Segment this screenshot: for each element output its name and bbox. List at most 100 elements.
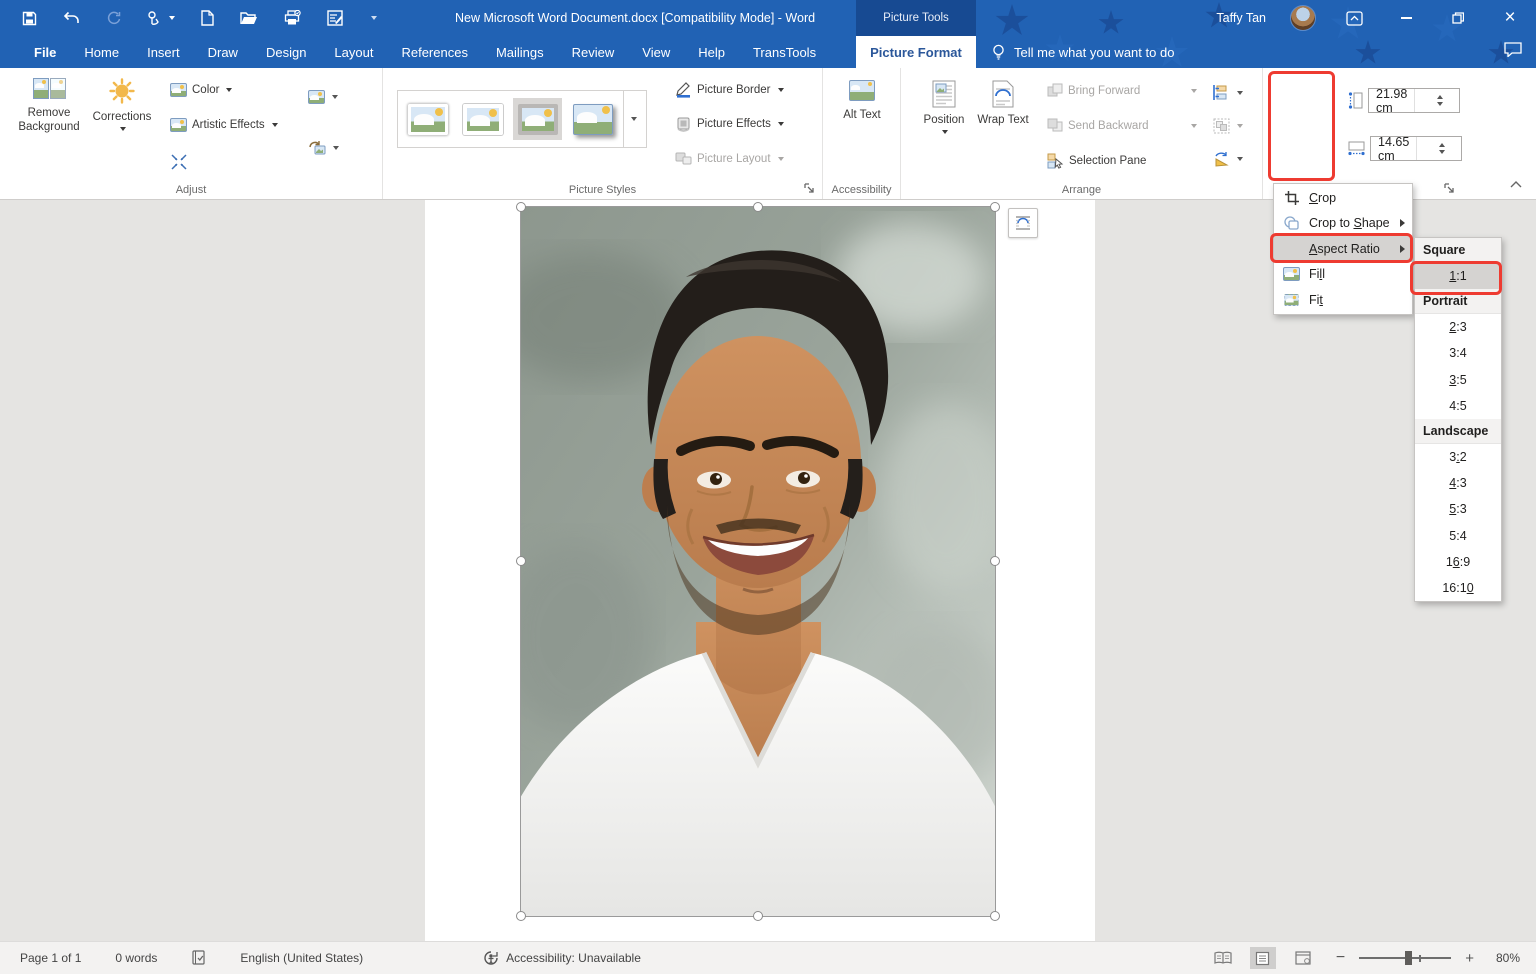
web-layout-button[interactable]	[1290, 947, 1316, 969]
tab-design[interactable]: Design	[252, 36, 320, 68]
resize-handle-bottom-center[interactable]	[753, 911, 763, 921]
picture-style-thumb[interactable]	[403, 98, 452, 140]
language-indicator[interactable]: English (United States)	[240, 951, 363, 965]
size-dialog-launcher[interactable]	[1444, 181, 1458, 195]
height-spinner[interactable]	[1413, 89, 1460, 112]
read-mode-button[interactable]	[1210, 947, 1236, 969]
reset-picture-button[interactable]	[308, 140, 339, 155]
undo-icon[interactable]	[63, 11, 80, 25]
color-button[interactable]: Color	[170, 83, 233, 97]
tab-draw[interactable]: Draw	[194, 36, 252, 68]
open-icon[interactable]	[240, 11, 258, 25]
crop-icon	[1283, 190, 1300, 205]
aspect-ratio-option-4-3[interactable]: 4:3	[1415, 470, 1501, 496]
tab-file[interactable]: File	[20, 36, 70, 68]
tab-review[interactable]: Review	[558, 36, 629, 68]
tab-view[interactable]: View	[628, 36, 684, 68]
user-avatar[interactable]	[1290, 5, 1316, 31]
tab-references[interactable]: References	[387, 36, 481, 68]
aspect-ratio-option-1-1[interactable]: 1:1	[1415, 263, 1501, 290]
corrections-button[interactable]: Corrections	[92, 78, 152, 132]
zoom-slider[interactable]	[1359, 951, 1452, 965]
aspect-ratio-option-16-9[interactable]: 1 6:9	[1415, 549, 1501, 575]
accessibility-status[interactable]: Accessibility: Unavailable	[483, 950, 641, 966]
minimize-button[interactable]	[1392, 5, 1420, 31]
redo-icon[interactable]	[106, 11, 121, 26]
customize-qat-icon[interactable]	[371, 16, 377, 20]
resize-handle-middle-right[interactable]	[990, 556, 1000, 566]
height-value[interactable]: 21.98 cm	[1369, 87, 1414, 115]
tab-home[interactable]: Home	[70, 36, 133, 68]
quick-print-icon[interactable]	[284, 10, 301, 26]
width-spinner[interactable]	[1415, 137, 1462, 160]
print-layout-button[interactable]	[1249, 947, 1276, 969]
tab-mailings[interactable]: Mailings	[482, 36, 558, 68]
aspect-ratio-option-3-2[interactable]: 3:2	[1415, 444, 1501, 470]
picture-style-thumb[interactable]	[458, 98, 507, 140]
align-objects-button[interactable]	[1213, 85, 1243, 100]
artistic-effects-button[interactable]: Artistic Effects	[170, 118, 278, 132]
tab-help[interactable]: Help	[684, 36, 739, 68]
alt-text-button[interactable]: Alt Text	[842, 80, 882, 122]
resize-handle-bottom-right[interactable]	[990, 911, 1000, 921]
change-picture-button[interactable]	[308, 90, 338, 104]
tab-picture-format[interactable]: Picture Format	[856, 36, 976, 68]
picture-style-thumb-selected[interactable]	[513, 98, 562, 140]
width-value[interactable]: 14.65 cm	[1371, 135, 1416, 163]
user-name[interactable]: Taffy Tan	[1216, 11, 1266, 25]
aspect-ratio-option-5-4[interactable]: 5:4	[1415, 523, 1501, 549]
aspect-ratio-option-5-3[interactable]: 5:3	[1415, 496, 1501, 522]
save-icon[interactable]	[22, 11, 37, 26]
wrap-text-button[interactable]: Wrap Text	[977, 80, 1029, 127]
zoom-slider-thumb[interactable]	[1405, 951, 1413, 965]
aspect-ratio-option-3-5[interactable]: 3:5	[1415, 367, 1501, 393]
gallery-more-button[interactable]	[623, 91, 641, 147]
shape-height-field[interactable]: 21.98 cm	[1348, 87, 1460, 115]
ribbon-display-options-icon[interactable]	[1340, 5, 1368, 31]
close-button[interactable]: ×	[1496, 5, 1524, 31]
word-count[interactable]: 0 words	[115, 951, 157, 965]
aspect-ratio-option-2-3[interactable]: 2:3	[1415, 314, 1501, 340]
page-indicator[interactable]: Page 1 of 1	[20, 951, 81, 965]
compress-pictures-button[interactable]	[170, 153, 188, 171]
selection-pane-button[interactable]: Selection Pane	[1047, 153, 1146, 169]
bring-forward-button: Bring Forward	[1047, 83, 1197, 98]
aspect-ratio-option-3-4[interactable]: 3:4	[1415, 340, 1501, 366]
menu-item-crop-to-shape[interactable]: Crop to Shape	[1274, 211, 1412, 237]
aspect-ratio-option-4-5[interactable]: 4:5	[1415, 393, 1501, 419]
menu-item-fill[interactable]: Fill	[1274, 262, 1412, 288]
remove-background-button[interactable]: Remove Background	[16, 78, 82, 135]
menu-item-crop[interactable]: Crop	[1274, 185, 1412, 211]
zoom-out-button[interactable]: −	[1336, 949, 1345, 967]
touch-mode-icon[interactable]	[147, 10, 175, 26]
resize-handle-middle-left[interactable]	[516, 556, 526, 566]
collapse-ribbon-icon[interactable]	[1510, 175, 1522, 193]
aspect-ratio-option-16-10[interactable]: 16:1 0	[1415, 575, 1501, 601]
picture-effects-button[interactable]: Picture Effects	[675, 116, 784, 132]
picture-border-button[interactable]: Picture Border	[675, 81, 784, 98]
resize-handle-bottom-left[interactable]	[516, 911, 526, 921]
group-size: Crop 21.98 cm 14.65 cm	[1263, 68, 1536, 199]
proofing-icon[interactable]	[191, 950, 206, 966]
new-document-icon[interactable]	[201, 10, 214, 26]
zoom-level[interactable]: 80%	[1496, 951, 1520, 965]
restore-button[interactable]	[1444, 5, 1472, 31]
reset-picture-icon	[309, 141, 326, 155]
rotate-objects-button[interactable]	[1213, 151, 1243, 167]
tab-layout[interactable]: Layout	[320, 36, 387, 68]
tell-me-box[interactable]: Tell me what you want to do	[992, 36, 1174, 68]
resize-handle-top-center[interactable]	[753, 202, 763, 212]
inserted-picture[interactable]	[496, 206, 1011, 917]
picture-style-thumb[interactable]	[568, 98, 617, 140]
zoom-in-button[interactable]: +	[1465, 950, 1474, 967]
shape-width-field[interactable]: 14.65 cm	[1348, 135, 1462, 163]
menu-item-fit[interactable]: Fit	[1274, 287, 1412, 313]
menu-item-aspect-ratio[interactable]: Aspect Ratio	[1274, 236, 1412, 262]
tab-transtools[interactable]: TransTools	[739, 36, 830, 68]
layout-options-button[interactable]	[1008, 208, 1038, 238]
resize-handle-top-right[interactable]	[990, 202, 1000, 212]
tab-insert[interactable]: Insert	[133, 36, 194, 68]
position-button[interactable]: Position	[919, 80, 969, 135]
print-preview-icon[interactable]	[327, 10, 343, 26]
resize-handle-top-left[interactable]	[516, 202, 526, 212]
